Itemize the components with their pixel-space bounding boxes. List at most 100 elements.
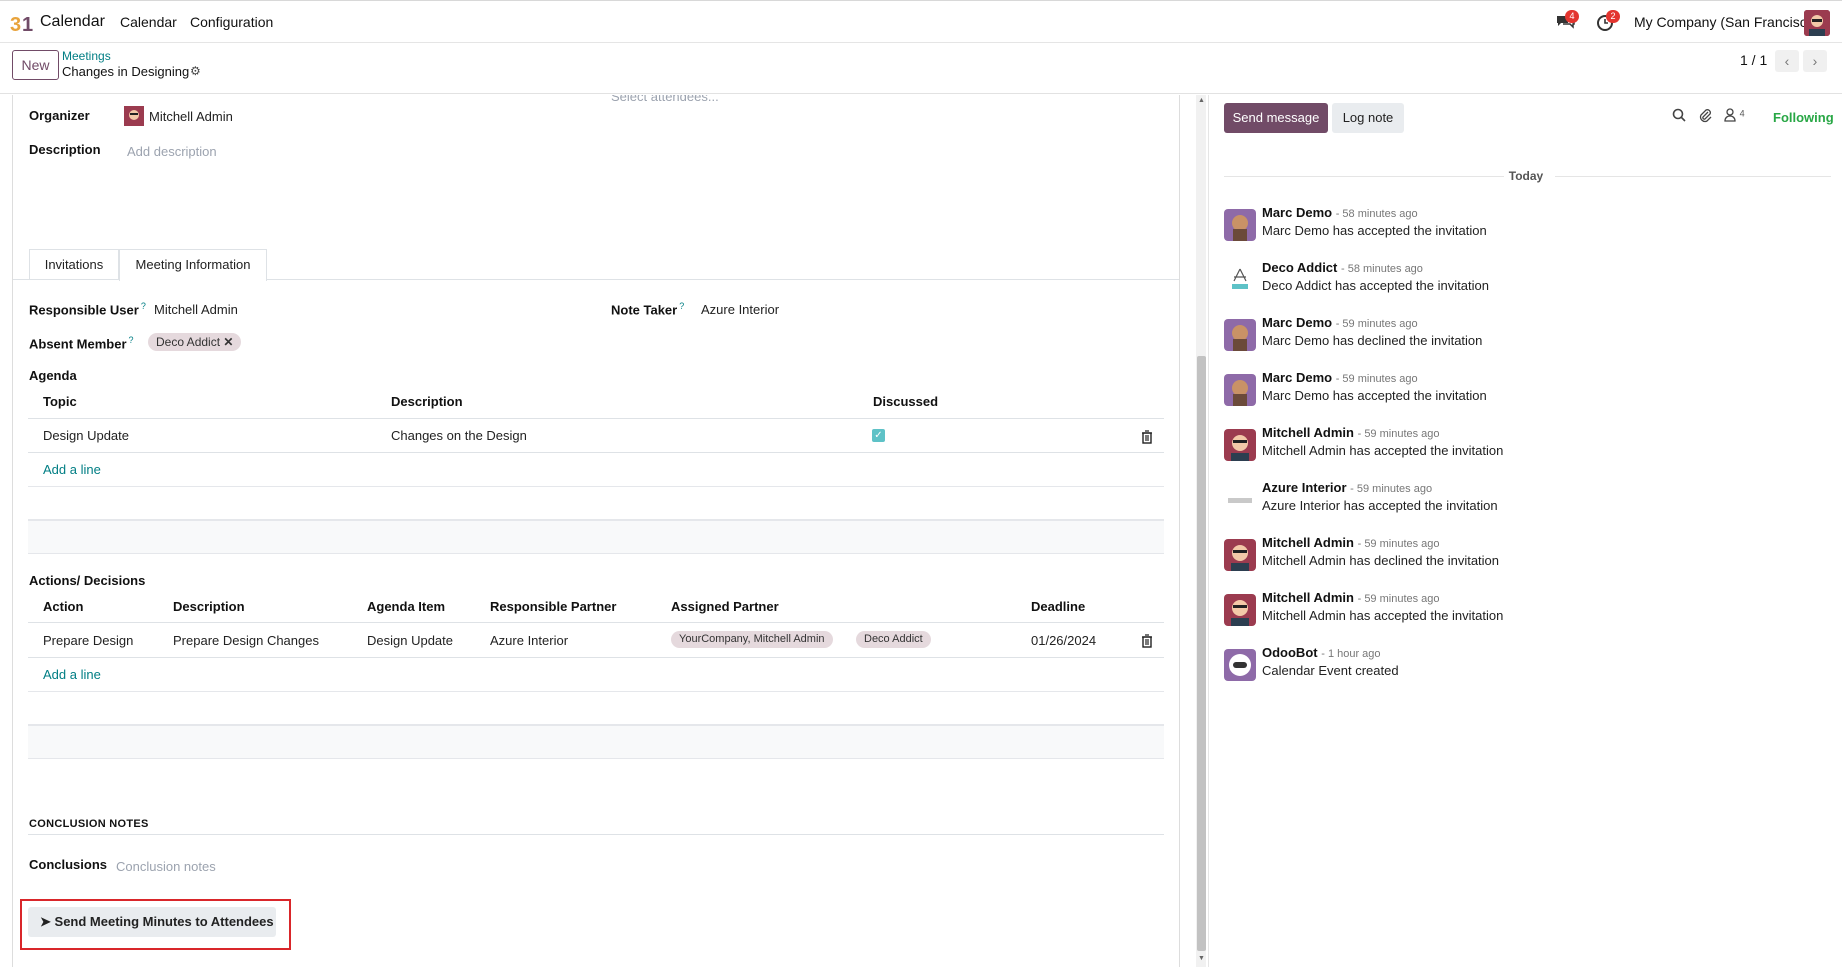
message-author[interactable]: Mitchell Admin xyxy=(1262,590,1354,605)
paperclip-icon[interactable] xyxy=(1698,108,1712,123)
actions-header-deadline[interactable]: Deadline xyxy=(1031,599,1085,614)
app-name[interactable]: Calendar xyxy=(40,13,105,31)
new-button[interactable]: New xyxy=(12,50,59,80)
action-agenda-item-cell[interactable]: Design Update xyxy=(367,633,453,648)
action-cell[interactable]: Prepare Design xyxy=(43,633,133,648)
message-time: - 58 minutes ago xyxy=(1335,208,1418,220)
assigned-partner-tag[interactable]: Deco Addict xyxy=(856,631,931,648)
responsible-user-label: Responsible User? xyxy=(29,301,146,317)
chevron-right-icon[interactable]: › xyxy=(1803,50,1827,72)
scroll-up-icon[interactable]: ▲ xyxy=(1197,97,1206,104)
author-avatar[interactable] xyxy=(1224,319,1256,351)
company-switcher[interactable]: My Company (San Francisco) xyxy=(1634,14,1819,30)
activities-clock-icon[interactable]: 2 xyxy=(1596,10,1620,33)
send-minutes-label: Send Meeting Minutes to Attendees xyxy=(54,914,274,929)
menu-configuration[interactable]: Configuration xyxy=(190,14,273,30)
help-marker[interactable]: ? xyxy=(141,301,146,311)
message-author[interactable]: Marc Demo xyxy=(1262,370,1332,385)
control-panel: New Meetings Changes in Designing ⚙ 1 / … xyxy=(0,44,1842,94)
actions-header-assigned[interactable]: Assigned Partner xyxy=(671,599,779,614)
pager-value[interactable]: 1 / 1 xyxy=(1740,52,1767,68)
responsible-user-value[interactable]: Mitchell Admin xyxy=(154,302,238,317)
description-field[interactable]: Add description xyxy=(127,144,217,159)
message-body: Mitchell Admin has declined the invitati… xyxy=(1262,553,1500,568)
table-divider xyxy=(28,418,1164,419)
message-body: Calendar Event created xyxy=(1262,663,1399,678)
absent-member-tag[interactable]: Deco Addict ✕ xyxy=(148,333,242,351)
log-note-button[interactable]: Log note xyxy=(1332,103,1404,133)
followers-icon[interactable]: 4 xyxy=(1724,108,1745,125)
author-avatar[interactable] xyxy=(1224,374,1256,406)
gear-icon[interactable]: ⚙ xyxy=(190,64,201,78)
trash-icon[interactable] xyxy=(1141,430,1153,444)
actions-header-agenda-item[interactable]: Agenda Item xyxy=(367,599,445,614)
chatter-message: Mitchell Admin - 59 minutes ago Mitchell … xyxy=(1224,535,1824,583)
message-author[interactable]: Deco Addict xyxy=(1262,260,1337,275)
tab-invitations[interactable]: Invitations xyxy=(29,249,119,280)
breadcrumb-current: Changes in Designing xyxy=(62,64,190,79)
message-header: Azure Interior - 59 minutes ago xyxy=(1262,480,1432,495)
search-icon[interactable] xyxy=(1672,108,1686,122)
agenda-header-description[interactable]: Description xyxy=(391,394,463,409)
empty-row xyxy=(28,725,1164,759)
message-body: Azure Interior has accepted the invitati… xyxy=(1262,498,1498,513)
trash-icon[interactable] xyxy=(1141,634,1153,648)
activities-badge: 2 xyxy=(1606,10,1620,23)
actions-add-line[interactable]: Add a line xyxy=(43,667,101,682)
action-deadline-cell[interactable]: 01/26/2024 xyxy=(1031,633,1096,648)
author-avatar[interactable] xyxy=(1224,209,1256,241)
organizer-value[interactable]: Mitchell Admin xyxy=(149,109,233,124)
conclusions-label: Conclusions xyxy=(29,857,108,872)
help-marker[interactable]: ? xyxy=(129,335,134,345)
message-author[interactable]: Marc Demo xyxy=(1262,315,1332,330)
agenda-add-line[interactable]: Add a line xyxy=(43,462,101,477)
scrollbar-thumb[interactable] xyxy=(1197,356,1206,951)
remove-tag-icon[interactable]: ✕ xyxy=(223,335,233,349)
assigned-partner-tag[interactable]: YourCompany, Mitchell Admin xyxy=(671,631,833,648)
note-taker-value[interactable]: Azure Interior xyxy=(701,302,779,317)
message-author[interactable]: Marc Demo xyxy=(1262,205,1332,220)
agenda-header-topic[interactable]: Topic xyxy=(43,394,77,409)
author-avatar[interactable] xyxy=(1224,594,1256,626)
calendar-app-icon[interactable]: 3 1 xyxy=(10,11,34,35)
chatter-message: Marc Demo - 58 minutes ago Marc Demo has … xyxy=(1224,205,1824,253)
message-author[interactable]: Mitchell Admin xyxy=(1262,535,1354,550)
actions-header-action[interactable]: Action xyxy=(43,599,83,614)
actions-header-description[interactable]: Description xyxy=(173,599,245,614)
message-author[interactable]: OdooBot xyxy=(1262,645,1318,660)
action-responsible-cell[interactable]: Azure Interior xyxy=(490,633,568,648)
tab-meeting-information[interactable]: Meeting Information xyxy=(119,249,267,281)
author-avatar[interactable] xyxy=(1224,264,1256,296)
message-author[interactable]: Azure Interior xyxy=(1262,480,1347,495)
menu-calendar[interactable]: Calendar xyxy=(120,14,177,30)
breadcrumb-meetings[interactable]: Meetings xyxy=(62,49,111,63)
send-message-button[interactable]: Send message xyxy=(1224,103,1328,133)
agenda-header-discussed[interactable]: Discussed xyxy=(873,394,938,409)
author-avatar[interactable] xyxy=(1224,649,1256,681)
author-avatar[interactable] xyxy=(1224,484,1256,516)
send-minutes-button[interactable]: ➤ Send Meeting Minutes to Attendees xyxy=(28,907,276,937)
user-avatar[interactable] xyxy=(1804,10,1830,36)
responsible-user-label-text: Responsible User xyxy=(29,302,139,318)
conclusions-field[interactable]: Conclusion notes xyxy=(116,859,216,874)
chatter-message: Mitchell Admin - 59 minutes ago Mitchell … xyxy=(1224,425,1824,473)
messages-icon[interactable]: 4 xyxy=(1555,10,1579,33)
author-avatar[interactable] xyxy=(1224,539,1256,571)
chevron-left-icon[interactable]: ‹ xyxy=(1775,50,1799,72)
agenda-topic-cell[interactable]: Design Update xyxy=(43,428,129,443)
followers-count: 4 xyxy=(1739,108,1745,119)
agenda-description-cell[interactable]: Changes on the Design xyxy=(391,428,527,443)
message-author[interactable]: Mitchell Admin xyxy=(1262,425,1354,440)
actions-header-responsible[interactable]: Responsible Partner xyxy=(490,599,616,614)
discussed-checkbox[interactable]: ✓ xyxy=(872,429,885,442)
action-description-cell[interactable]: Prepare Design Changes xyxy=(173,633,319,648)
help-marker[interactable]: ? xyxy=(679,301,684,311)
following-button[interactable]: Following xyxy=(1773,110,1834,125)
scroll-down-icon[interactable]: ▼ xyxy=(1197,955,1206,962)
attendees-input[interactable]: Select attendees... xyxy=(611,95,719,104)
absent-member-tag-text: Deco Addict xyxy=(156,335,221,349)
message-body: Marc Demo has accepted the invitation xyxy=(1262,388,1487,403)
author-avatar[interactable] xyxy=(1224,429,1256,461)
table-divider xyxy=(28,452,1164,453)
message-body: Mitchell Admin has accepted the invitati… xyxy=(1262,608,1504,623)
